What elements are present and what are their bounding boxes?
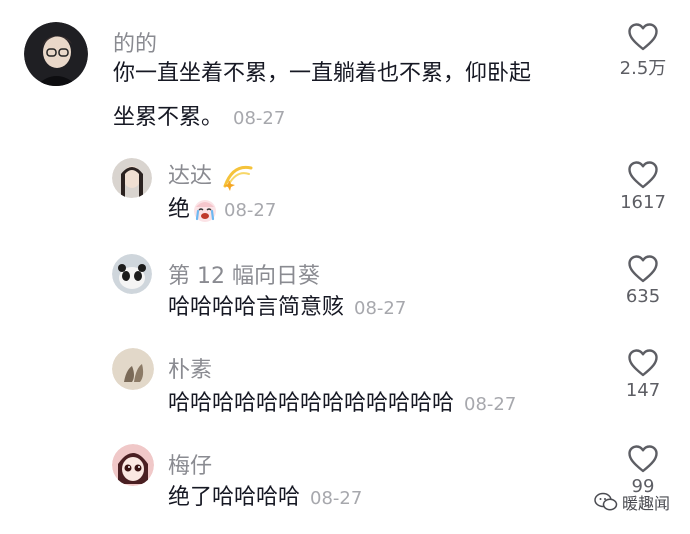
- wechat-icon: [594, 492, 618, 511]
- avatar[interactable]: [112, 348, 154, 390]
- like-count: 635: [625, 286, 661, 307]
- like-button[interactable]: 635: [608, 254, 678, 307]
- comment-date: 08-27: [464, 394, 517, 415]
- reply-item: 第 12 幅向日葵 哈哈哈哈言简意赅 08-27 635: [0, 250, 690, 340]
- comment-text: 绝了哈哈哈哈 08-27: [168, 476, 362, 521]
- reply-item: 达达 绝 08-27 1617: [0, 150, 690, 240]
- username[interactable]: 达达: [168, 158, 255, 192]
- username-text: 达达: [168, 164, 213, 189]
- watermark: 暖趣闻: [594, 490, 670, 514]
- comment-text-body: 绝: [168, 197, 191, 222]
- watermark-text: 暖趣闻: [621, 494, 670, 513]
- like-count: 2.5万: [619, 58, 667, 79]
- comment-text: 绝 08-27: [168, 188, 276, 233]
- heart-icon[interactable]: [627, 254, 659, 284]
- heart-icon[interactable]: [627, 160, 659, 190]
- crying-face-icon: [194, 200, 217, 222]
- like-count: 1617: [620, 192, 666, 213]
- like-button[interactable]: 147: [608, 348, 678, 401]
- comment-text-tail: 坐累不累。: [113, 105, 224, 130]
- heart-icon[interactable]: [627, 22, 659, 52]
- comment-text-line: 你一直坐着不累，一直躺着也不累，仰卧起: [113, 61, 532, 86]
- comment-text: 你一直坐着不累，一直躺着也不累，仰卧起 坐累不累。 08-27: [113, 52, 531, 141]
- comment-date: 08-27: [233, 108, 286, 129]
- comment-text-body: 哈哈哈哈哈哈哈哈哈哈哈哈哈: [168, 391, 455, 416]
- like-button[interactable]: 1617: [608, 160, 678, 213]
- username[interactable]: 朴素: [168, 352, 212, 384]
- comment-date: 08-27: [310, 488, 363, 509]
- comment-text: 哈哈哈哈言简意赅 08-27: [168, 286, 406, 331]
- comment-date: 08-27: [354, 298, 407, 319]
- comment-item: 的的 你一直坐着不累，一直躺着也不累，仰卧起 坐累不累。 08-27 2.5万: [0, 0, 690, 140]
- comment-date: 08-27: [224, 200, 277, 221]
- avatar[interactable]: [112, 254, 152, 294]
- heart-icon[interactable]: [627, 348, 659, 378]
- like-button[interactable]: 2.5万: [608, 22, 678, 80]
- avatar[interactable]: [112, 158, 152, 198]
- comment-text: 哈哈哈哈哈哈哈哈哈哈哈哈哈 08-27: [168, 382, 516, 427]
- reply-item: 梅仔 绝了哈哈哈哈 08-27 99: [0, 438, 690, 534]
- reply-item: 朴素 哈哈哈哈哈哈哈哈哈哈哈哈哈 08-27 147: [0, 342, 690, 432]
- avatar[interactable]: [112, 444, 154, 486]
- comment-text-body: 绝了哈哈哈哈: [168, 485, 301, 510]
- heart-icon[interactable]: [627, 444, 659, 474]
- comment-text-body: 哈哈哈哈言简意赅: [168, 295, 345, 320]
- avatar[interactable]: [24, 22, 88, 86]
- like-count: 147: [625, 380, 661, 401]
- comment-text-line: 坐累不累。 08-27: [113, 96, 531, 141]
